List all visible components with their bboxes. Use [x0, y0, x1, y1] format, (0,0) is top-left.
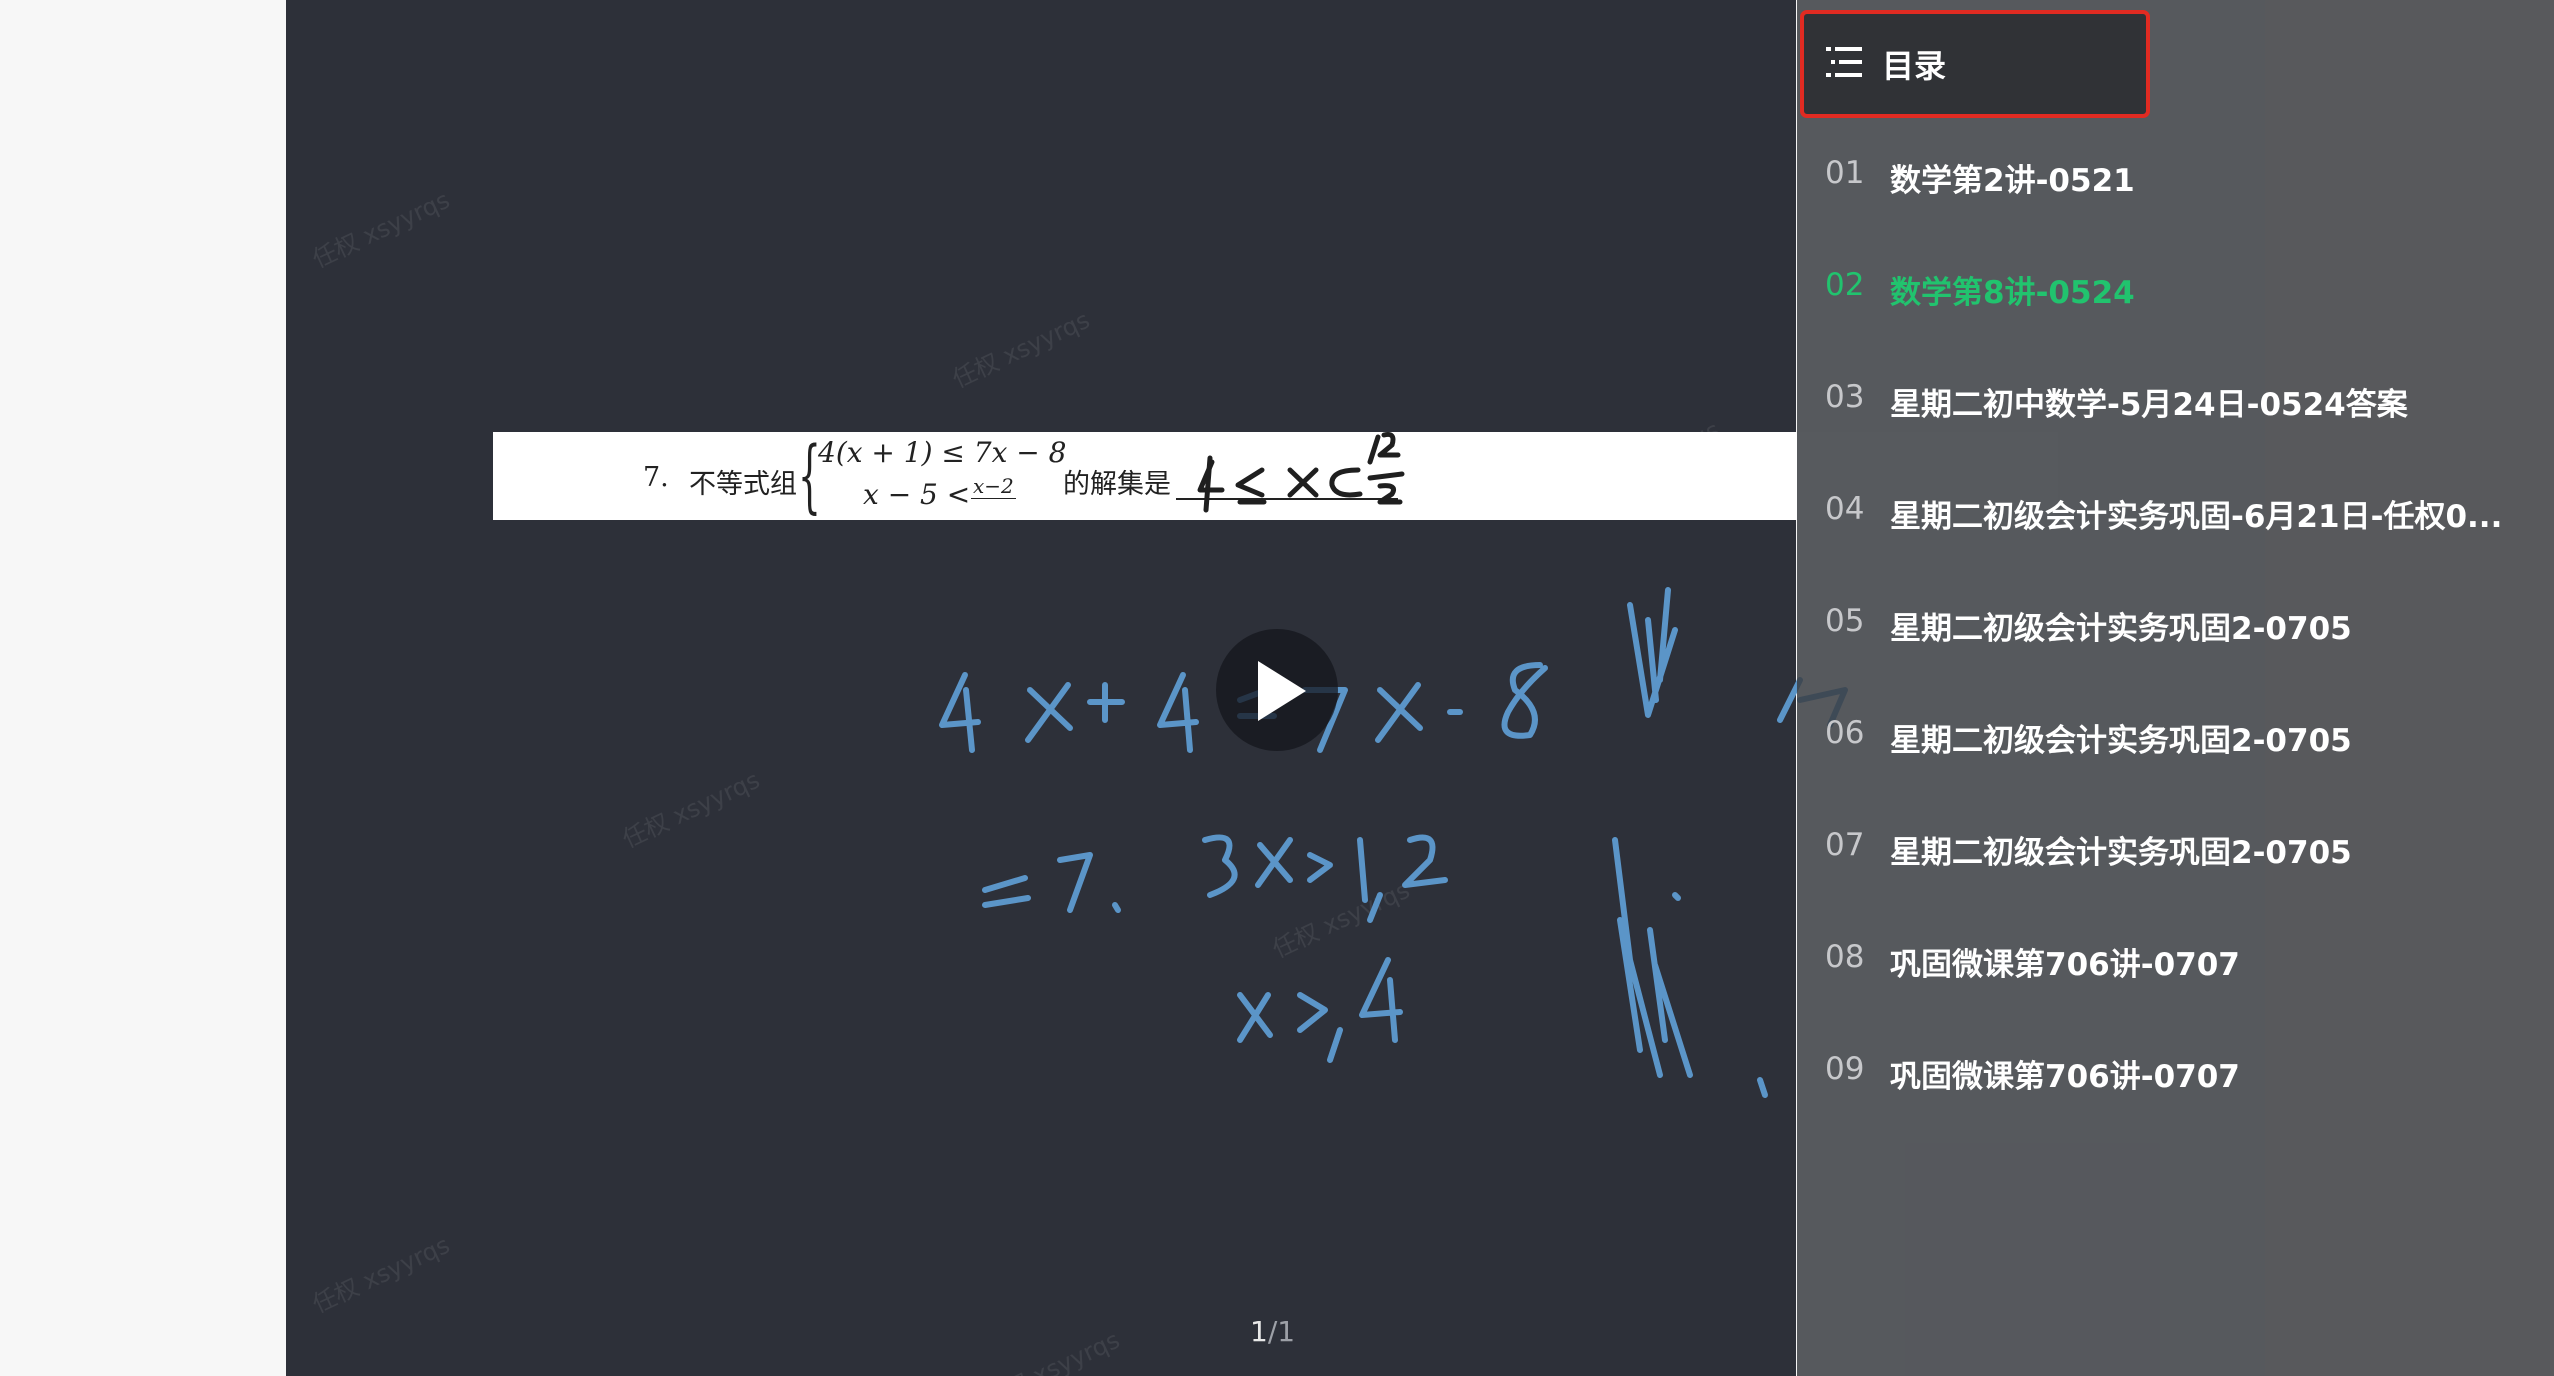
toc-header[interactable]: 目录	[1800, 10, 2150, 118]
current-page: 1	[1250, 1315, 1268, 1348]
toc-item-number: 06	[1825, 715, 1865, 751]
toc-item-label: 星期二初中数学-5月24日-0524答案	[1890, 387, 2408, 423]
toc-title: 目录	[1882, 47, 1947, 85]
toc-item-label: 数学第2讲-0521	[1890, 163, 2135, 199]
menu-list-icon	[1826, 47, 1862, 77]
toc-panel	[1797, 0, 2265, 1376]
play-button[interactable]	[1216, 629, 1338, 751]
toc-item-label: 巩固微课第706讲-0707	[1890, 1059, 2240, 1095]
toc-item-label: 数学第8讲-0524	[1890, 275, 2135, 311]
toc-item-number: 04	[1825, 491, 1865, 527]
toc-item-number: 05	[1825, 603, 1865, 639]
total-pages: 1	[1277, 1315, 1296, 1348]
play-icon	[1258, 661, 1306, 721]
answer-handwriting	[1197, 432, 1405, 513]
toc-item-number: 01	[1825, 155, 1865, 191]
toc-item-number: 07	[1825, 827, 1865, 863]
toc-item-label: 星期二初级会计实务巩固2-0705	[1890, 835, 2352, 871]
page-separator: /	[1267, 1315, 1278, 1348]
toc-item-number: 09	[1825, 1051, 1865, 1087]
blue-handwriting	[939, 587, 1848, 1098]
toc-item-number: 02	[1825, 267, 1865, 303]
toc-item-label: 星期二初级会计实务巩固2-0705	[1890, 611, 2352, 647]
toc-item-label: 星期二初级会计实务巩固2-0705	[1890, 723, 2352, 759]
page-indicator: 1/1	[1250, 1315, 1295, 1348]
toc-item-number: 08	[1825, 939, 1865, 975]
toc-item-label: 星期二初级会计实务巩固-6月21日-任权0...	[1890, 499, 2503, 535]
toc-item-number: 03	[1825, 379, 1865, 415]
toc-item-label: 巩固微课第706讲-0707	[1890, 947, 2240, 983]
